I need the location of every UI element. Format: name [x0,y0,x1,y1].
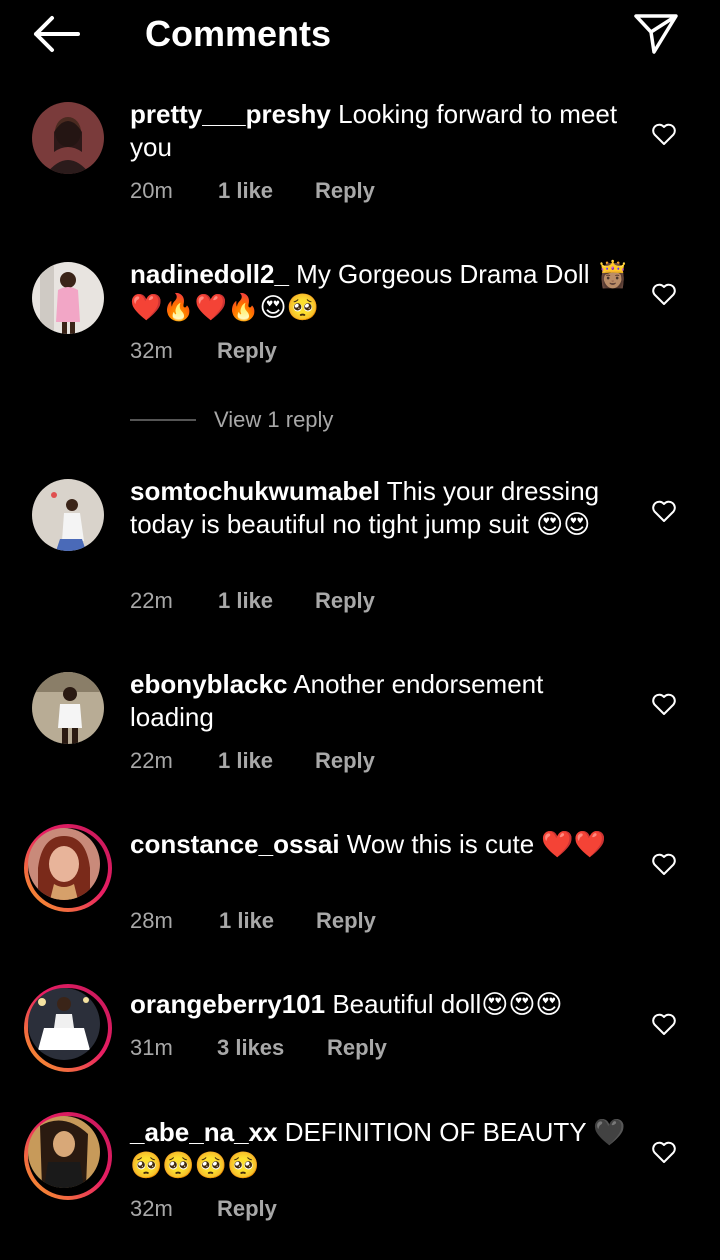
heart-icon[interactable] [651,852,677,876]
reply-button[interactable]: Reply [217,1194,277,1224]
divider [130,419,196,421]
page-title: Comments [145,13,332,54]
comment-text: somtochukwumabel This your dressing toda… [130,475,630,541]
comment-likes[interactable]: 1 like [218,586,273,616]
avatar[interactable] [32,479,104,551]
heart-icon[interactable] [651,499,677,523]
comment-username[interactable]: constance_ossai [130,829,340,859]
heart-icon[interactable] [651,1140,677,1164]
comment-text: orangeberry101 Beautiful doll😍😍😍 [130,988,630,1021]
comment-username[interactable]: somtochukwumabel [130,476,380,506]
comment-body: Beautiful doll😍😍😍 [332,989,563,1019]
avatar[interactable] [24,1112,112,1200]
comment-time: 31m [130,1035,173,1060]
comment-username[interactable]: _abe_na_xx [130,1117,277,1147]
comment-text: constance_ossai Wow this is cute ❤️❤️ [130,828,630,861]
heart-icon[interactable] [651,692,677,716]
avatar-image [28,988,100,1060]
avatar[interactable] [24,824,112,912]
comment-likes[interactable]: 1 like [218,176,273,206]
comment-time: 32m [130,1196,173,1221]
heart-icon[interactable] [651,1012,677,1036]
comment-username[interactable]: ebonyblackc [130,669,288,699]
comment-likes[interactable]: 1 like [218,746,273,776]
comment-text: ebonyblackc Another endorsement loading [130,668,630,734]
comment-time: 22m [130,588,173,613]
send-icon[interactable] [632,10,680,56]
comment-time: 32m [130,338,173,363]
comment-time: 28m [130,908,173,933]
reply-button[interactable]: Reply [316,906,376,936]
reply-button[interactable]: Reply [217,336,277,366]
comment-time: 22m [130,748,173,773]
comment-username[interactable]: pretty___preshy [130,99,331,129]
view-replies-button[interactable]: View 1 reply [130,405,430,435]
view-replies-label: View 1 reply [214,407,334,432]
reply-button[interactable]: Reply [327,1033,387,1063]
comment-text: pretty___preshy Looking forward to meet … [130,98,630,164]
arrow-left-icon[interactable] [30,12,82,56]
avatar[interactable] [32,262,104,334]
avatar-image [28,828,100,900]
comment-time: 20m [130,178,173,203]
avatar-image [28,1116,100,1188]
heart-icon[interactable] [651,122,677,146]
comment-username[interactable]: orangeberry101 [130,989,325,1019]
avatar[interactable] [32,102,104,174]
avatar[interactable] [32,672,104,744]
reply-button[interactable]: Reply [315,746,375,776]
comment-username[interactable]: nadinedoll2_ [130,259,289,289]
avatar[interactable] [24,984,112,1072]
comment-text: _abe_na_xx DEFINITION OF BEAUTY 🖤🥺🥺🥺🥺 [130,1116,630,1182]
comment-body: Wow this is cute ❤️❤️ [346,829,607,859]
heart-icon[interactable] [651,282,677,306]
comment-likes[interactable]: 1 like [219,906,274,936]
top-bar: Comments [0,0,720,70]
reply-button[interactable]: Reply [315,176,375,206]
comment-text: nadinedoll2_ My Gorgeous Drama Doll 👸🏽❤️… [130,258,630,324]
comment-likes[interactable]: 3 likes [217,1033,284,1063]
reply-button[interactable]: Reply [315,586,375,616]
